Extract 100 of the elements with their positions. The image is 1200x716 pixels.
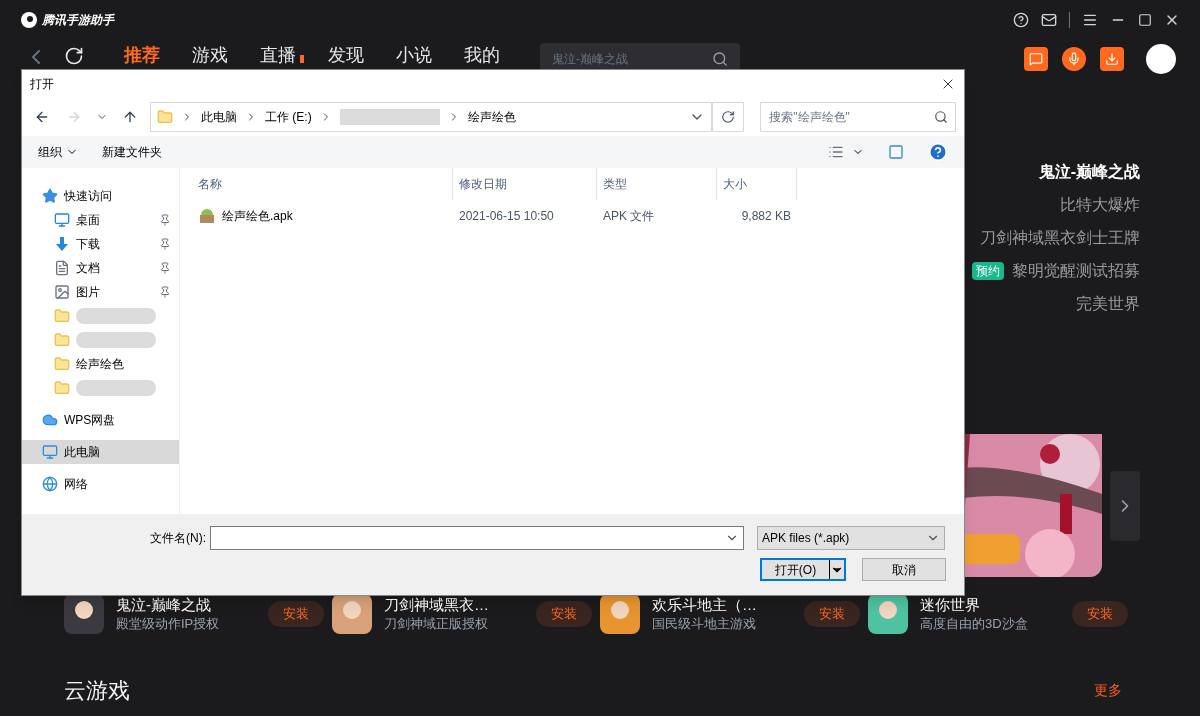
- document-icon: [54, 260, 70, 276]
- filename-field[interactable]: [210, 526, 744, 550]
- arrow-up-icon: [122, 109, 138, 125]
- organize-menu[interactable]: 组织: [38, 143, 78, 161]
- game-title: 鬼泣-巅峰之战: [116, 595, 212, 615]
- install-button[interactable]: 安装: [1072, 601, 1128, 627]
- game-title: 刀剑神域黑衣…: [384, 595, 490, 615]
- message-button[interactable]: [1024, 47, 1048, 71]
- nav-tab[interactable]: 直播: [260, 43, 296, 67]
- search-icon: [934, 110, 948, 124]
- nav-pane-item[interactable]: 网络: [22, 472, 179, 496]
- nav-pane-label: WPS网盘: [64, 412, 116, 429]
- nav-tab[interactable]: 发现: [328, 43, 364, 67]
- game-description: 国民级斗地主游戏: [652, 615, 757, 633]
- file-name[interactable]: 绘声绘色.apk: [222, 207, 293, 225]
- computer-icon: [42, 444, 58, 460]
- nav-pane-item[interactable]: 快速访问: [22, 184, 179, 208]
- reserve-badge: 预约: [972, 262, 1004, 280]
- nav-pane-label: 文档: [76, 260, 100, 277]
- menu-icon[interactable]: [1082, 12, 1098, 28]
- nav-pane-item[interactable]: WPS网盘: [22, 408, 179, 432]
- nav-tab[interactable]: 小说: [396, 43, 432, 67]
- message-icon: [1029, 52, 1043, 66]
- breadcrumb[interactable]: 工作 (E:): [265, 108, 312, 126]
- app-title: 腾讯手游助手: [42, 12, 114, 29]
- file-type: APK 文件: [602, 208, 656, 225]
- filename-label: 文件名(N):: [149, 530, 207, 547]
- nav-pane-label: 桌面: [76, 212, 100, 229]
- new-folder-button[interactable]: 新建文件夹: [102, 143, 162, 161]
- section-title: 云游戏: [64, 677, 130, 705]
- search-icon: [712, 51, 728, 67]
- refresh-button[interactable]: [712, 102, 745, 132]
- featured-game-link[interactable]: 比特大爆炸: [1060, 193, 1140, 217]
- nav-pane-label: 图片: [76, 284, 100, 301]
- game-title: 欢乐斗地主（…: [652, 595, 758, 615]
- featured-game-link[interactable]: 刀剑神域黑衣剑士王牌: [980, 226, 1140, 250]
- star-icon: [42, 188, 58, 204]
- folder-icon: [54, 356, 70, 372]
- folder-icon: [157, 109, 173, 125]
- android-package-icon: [198, 207, 216, 225]
- microphone-icon: [1067, 52, 1081, 66]
- install-button[interactable]: 安装: [268, 601, 324, 627]
- refresh-icon[interactable]: [64, 46, 84, 66]
- open-options-button[interactable]: [829, 560, 844, 579]
- nav-pane-item[interactable]: 图片: [22, 280, 179, 304]
- monitor-icon: [54, 212, 70, 228]
- column-header[interactable]: 大小: [717, 168, 797, 200]
- nav-pane-label: 下载: [76, 236, 100, 253]
- nav-pane-item[interactable]: 绘声绘色: [22, 352, 179, 376]
- nav-pane-label: 快速访问: [64, 188, 112, 205]
- folder-icon: [54, 380, 70, 396]
- more-link[interactable]: 更多: [1094, 680, 1122, 701]
- file-size: 9,882 KB: [740, 208, 792, 225]
- address-bar[interactable]: 此电脑 工作 (E:) 绘声绘色: [150, 102, 713, 132]
- microphone-button[interactable]: [1062, 47, 1086, 71]
- game-description: 殿堂级动作IP授权: [116, 615, 221, 633]
- list-icon: [828, 144, 844, 160]
- download-button[interactable]: [1100, 47, 1124, 71]
- nav-pane-label: 网络: [64, 476, 88, 493]
- folder-icon: [54, 332, 70, 348]
- search-field[interactable]: 搜索"绘声绘色": [760, 102, 956, 132]
- file-date: 2021-06-15 10:50: [458, 208, 555, 225]
- column-header[interactable]: 修改日期: [453, 168, 597, 200]
- featured-game-link[interactable]: 鬼泣-巅峰之战: [1038, 160, 1140, 184]
- globe-icon: [42, 476, 58, 492]
- image-icon: [54, 284, 70, 300]
- folder-icon: [54, 308, 70, 324]
- maximize-icon[interactable]: [1138, 13, 1152, 27]
- avatar[interactable]: [1146, 44, 1176, 74]
- nav-tab[interactable]: 我的: [464, 43, 500, 67]
- pane-icon: [888, 144, 904, 160]
- column-header[interactable]: 类型: [597, 168, 717, 200]
- arrow-down-icon: [54, 236, 70, 252]
- nav-pane-item[interactable]: 下载: [22, 232, 179, 256]
- download-icon: [1105, 52, 1119, 66]
- nav-pane-item[interactable]: 桌面: [22, 208, 179, 232]
- file-type-dropdown[interactable]: APK files (*.apk): [757, 526, 945, 550]
- mail-icon[interactable]: [1041, 12, 1057, 28]
- install-button[interactable]: 安装: [536, 601, 592, 627]
- nav-pane-label: 绘声绘色: [76, 356, 124, 373]
- cancel-button[interactable]: 取消: [862, 558, 946, 581]
- nav-tab[interactable]: 游戏: [192, 43, 228, 67]
- help-icon[interactable]: [1013, 12, 1029, 28]
- breadcrumb[interactable]: 此电脑: [201, 108, 237, 126]
- column-header[interactable]: 名称: [180, 168, 453, 200]
- breadcrumb[interactable]: 绘声绘色: [467, 108, 516, 126]
- featured-game-link[interactable]: 黎明觉醒测试招募: [1012, 259, 1140, 283]
- game-description: 刀剑神域正版授权: [384, 615, 489, 633]
- nav-tab[interactable]: 推荐: [124, 43, 160, 67]
- featured-game-link[interactable]: 完美世界: [1076, 292, 1140, 316]
- install-button[interactable]: 安装: [804, 601, 860, 627]
- help-icon: [928, 142, 948, 162]
- logo-icon: [20, 11, 38, 29]
- game-title: 迷你世界: [920, 595, 981, 615]
- view-options-button[interactable]: [828, 144, 864, 160]
- nav-pane-item[interactable]: 文档: [22, 256, 179, 280]
- help-button[interactable]: [928, 142, 948, 162]
- nav-pane-item[interactable]: 此电脑: [22, 440, 179, 464]
- arrow-right-icon: [66, 109, 82, 125]
- refresh-icon: [721, 110, 736, 124]
